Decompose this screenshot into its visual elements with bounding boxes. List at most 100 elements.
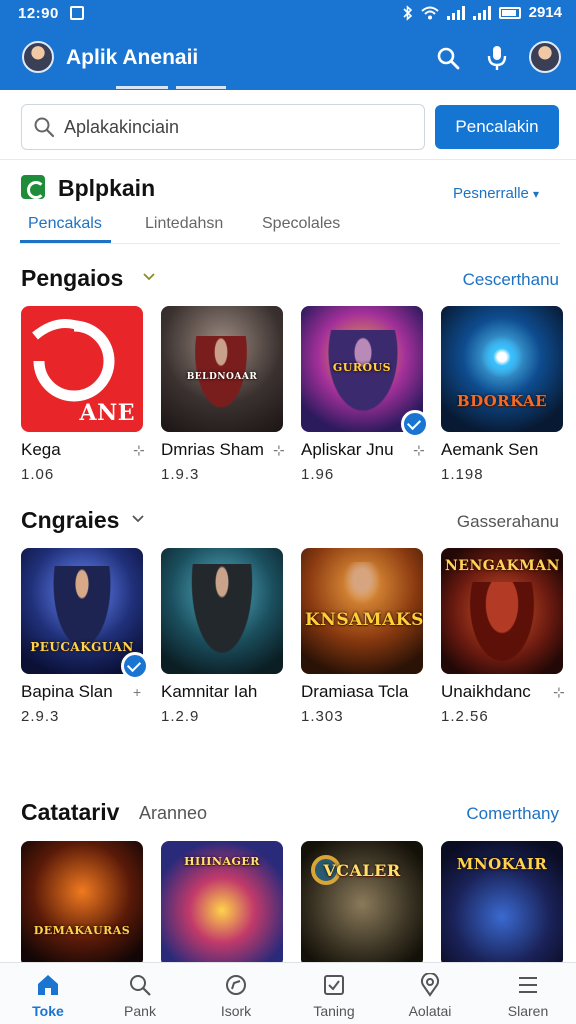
search-button[interactable]: Pencalakin (435, 105, 559, 149)
character-figure (465, 582, 539, 670)
app-stat: 1.06 (21, 466, 55, 483)
app-art-text: BDORKAE (456, 392, 548, 410)
section-title: Pengaios (21, 265, 124, 291)
section-see-all-link[interactable]: Cescerthanu (463, 270, 559, 290)
featured-title: Bplpkain (58, 175, 156, 201)
app-stat: 1.9.3 (161, 466, 200, 483)
featured-link-label: Pesnerralle (453, 185, 529, 202)
nav-item-isork[interactable]: Isork (188, 963, 284, 1024)
home-icon (38, 975, 58, 995)
app-name: Aemank Sen (441, 440, 539, 459)
app-name: Kega (21, 440, 61, 459)
app-thumbnail: BELDNOAAR (161, 306, 283, 432)
nav-item-slaren[interactable]: Slaren (480, 963, 576, 1024)
app-thumbnail: KNSAMAKS (301, 548, 423, 674)
chevron-down-icon[interactable] (143, 273, 155, 281)
character-figure (323, 330, 403, 420)
tabs-divider (20, 243, 560, 244)
app-art-text: DEMAKAURAS (33, 924, 131, 937)
section-header: Cngraies Gasserahanu (0, 507, 576, 537)
app-name: Dmrias Sham (161, 440, 264, 459)
app-logo-icon (32, 319, 115, 402)
menu-icon (519, 977, 537, 993)
section-see-all-link[interactable]: Gasserahanu (457, 512, 559, 532)
chevron-down-icon[interactable] (132, 515, 144, 523)
app-bar: Aplik Anenaii (0, 30, 576, 88)
app-art-text: HIIINAGER (184, 855, 260, 868)
nav-label: Slaren (507, 1003, 549, 1019)
section-title: Cngraies (21, 507, 120, 533)
section-title: Catatariv (21, 799, 120, 825)
app-thumbnail (161, 548, 283, 674)
app-thumbnail: BDORKAE (441, 306, 563, 432)
notification-icon (70, 6, 84, 20)
location-icon (421, 973, 439, 997)
tab-lintedahsn[interactable]: Lintedahsn (145, 215, 223, 233)
search-icon[interactable] (436, 46, 460, 70)
featured-tabs: Pencakals Lintedahsn Specolales (0, 205, 576, 245)
header-tab-indicator-2 (176, 86, 226, 89)
app-name: Dramiasa Tcla (301, 682, 409, 701)
app-name: Bapina Slan (21, 682, 113, 701)
app-art-text: MNOKAIR (456, 855, 548, 873)
energy-burst (481, 336, 523, 378)
more-options-icon[interactable]: ⊹ (273, 442, 285, 459)
search-field-icon (34, 117, 55, 138)
system-icons: 2914 (403, 4, 562, 21)
search-input[interactable] (64, 113, 414, 141)
nav-item-toke[interactable]: Toke (0, 963, 96, 1024)
microphone-icon[interactable] (486, 44, 508, 72)
verified-badge-icon (121, 652, 149, 680)
checkbox-icon (324, 975, 344, 995)
app-stat: 1.96 (301, 466, 335, 483)
wifi-icon (420, 6, 439, 19)
nav-label: Toke (32, 1003, 64, 1019)
nav-item-pank[interactable]: Pank (92, 963, 188, 1024)
app-name: Unaikhdanc (441, 682, 531, 701)
section-header: Pengaios Cescerthanu (0, 265, 576, 295)
app-thumbnail: DEMAKAURAS (21, 841, 143, 967)
nav-label: Isork (220, 1003, 252, 1019)
app-thumbnail: NENGAKMAN (441, 548, 563, 674)
brand-logo-icon (21, 175, 45, 199)
search-field[interactable] (21, 104, 425, 150)
section-header: Catatariv Aranneo Comerthany (0, 799, 576, 829)
battery-text: 2914 (528, 4, 562, 21)
app-thumbnail: MNOKAIR (441, 841, 563, 967)
app-art-text: PEUCAKGUAN (30, 640, 134, 654)
more-options-icon[interactable]: ⊹ (553, 684, 565, 701)
signal-2-icon (472, 5, 491, 20)
app-art-text: ANE (79, 400, 135, 426)
header-divider (0, 159, 576, 160)
status-time: 12:90 (18, 5, 59, 22)
app-name: Apliskar Jnu (301, 440, 394, 459)
account-avatar[interactable] (529, 41, 561, 73)
app-art-text: VCALER (323, 861, 401, 880)
bluetooth-icon (403, 4, 412, 21)
section-see-all-link[interactable]: Comerthany (466, 804, 559, 824)
app-stat: 2.9.3 (21, 708, 60, 725)
app-stat: 1.303 (301, 708, 344, 725)
app-title: Aplik Anenaii (66, 46, 199, 69)
tab-specolales[interactable]: Specolales (262, 215, 340, 233)
nav-item-taning[interactable]: Taning (286, 963, 382, 1024)
tab-pencakals[interactable]: Pencakals (28, 215, 102, 233)
profile-avatar[interactable] (22, 41, 54, 73)
signal-icon (446, 5, 465, 20)
more-options-icon[interactable]: ⊹ (413, 442, 425, 459)
nav-item-aolatai[interactable]: Aolatai (382, 963, 478, 1024)
featured-see-all-link[interactable]: Pesnerralle ▾ (453, 185, 539, 202)
app-stat: 1.2.9 (161, 708, 200, 725)
section-subtitle: Aranneo (139, 803, 208, 823)
app-thumbnail: HIIINAGER (161, 841, 283, 967)
app-name: Kamnitar Iah (161, 682, 258, 701)
app-stat: 1.198 (441, 466, 484, 483)
app-art-text: BELDNOAAR (186, 372, 258, 382)
app-art-text: GUROUS (332, 361, 392, 374)
status-bar: 12:90 2914 (0, 0, 576, 28)
explore-icon (226, 975, 246, 995)
more-options-icon[interactable]: ⊹ (133, 442, 145, 459)
app-art-text: NENGAKMAN (445, 558, 560, 574)
nav-label: Pank (124, 1003, 156, 1019)
more-options-icon[interactable]: + (133, 684, 141, 700)
